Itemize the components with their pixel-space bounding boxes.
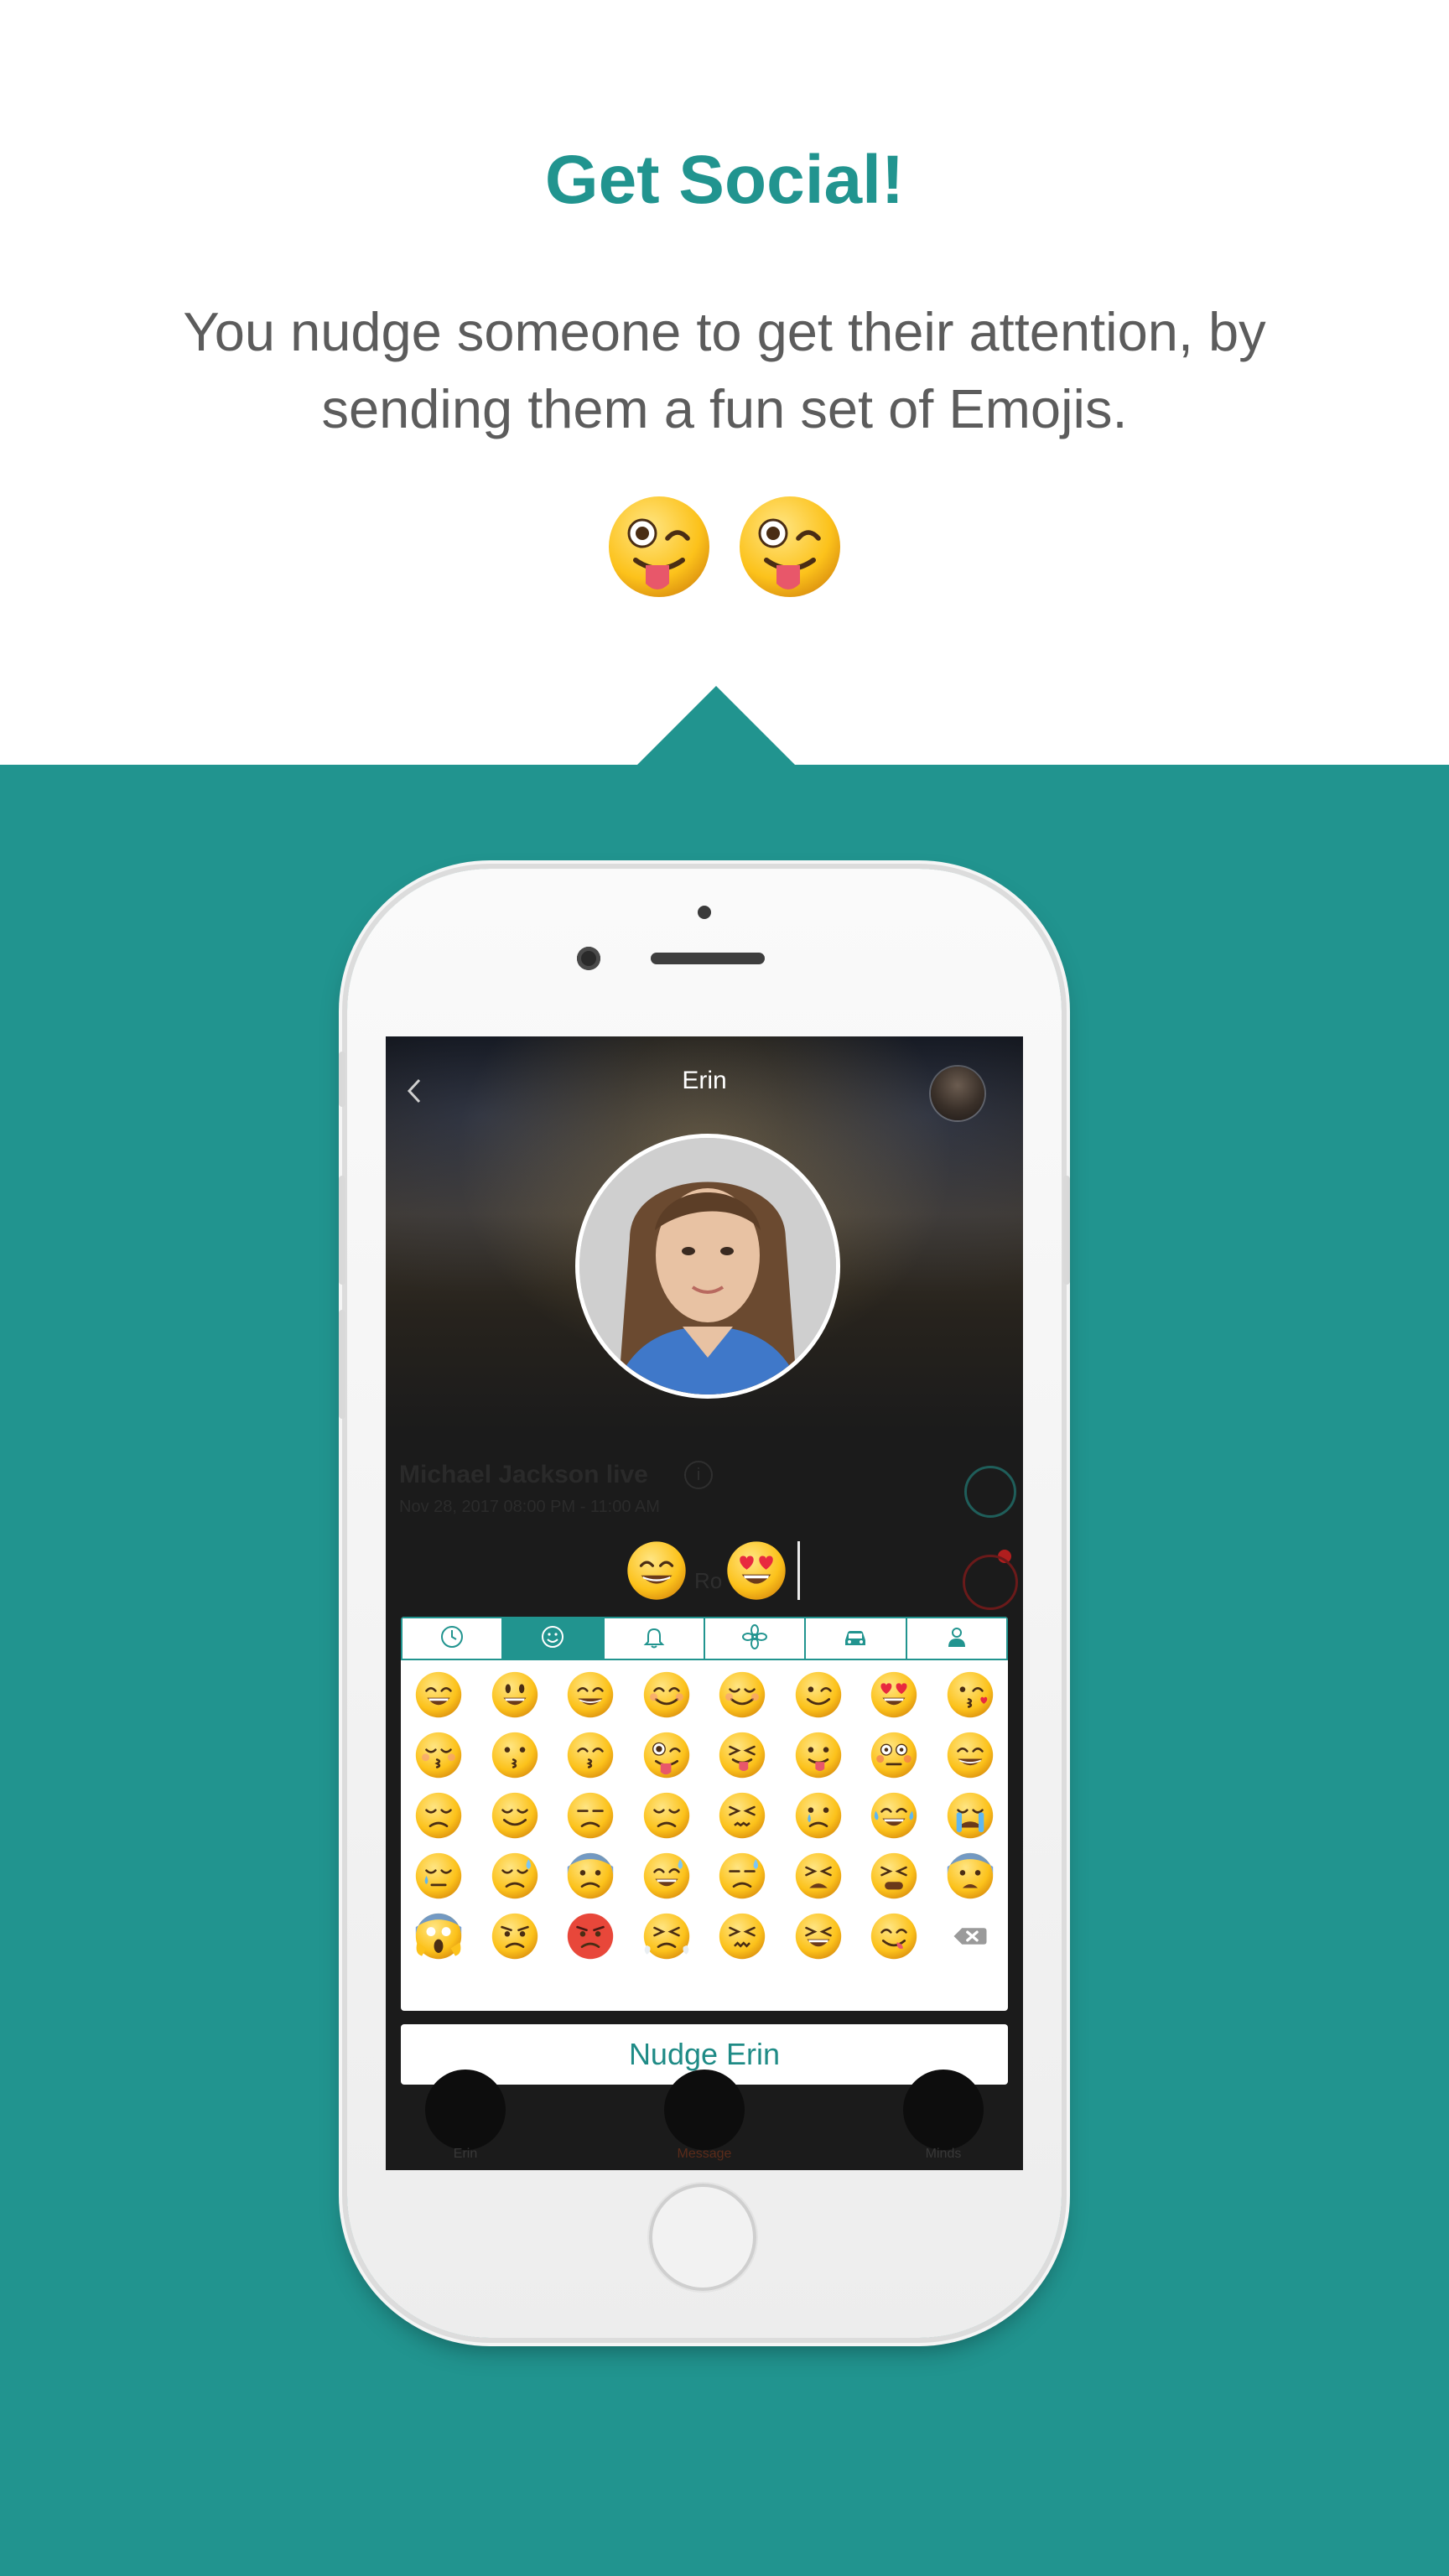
emoji-key-tired[interactable]: [856, 1852, 932, 1900]
emoji-key-laughing[interactable]: [781, 1912, 857, 1961]
car-icon: [841, 1623, 870, 1654]
person-icon: [943, 1623, 970, 1654]
emoji-key-yum[interactable]: [856, 1912, 932, 1961]
emoji-key-stuck-out-tongue-winking[interactable]: [629, 1731, 705, 1779]
emoji-key-pensive[interactable]: [401, 1791, 477, 1840]
emoji-key-joy[interactable]: [856, 1791, 932, 1840]
nav-label: Minds: [925, 2147, 962, 2161]
nav-avatar: [664, 2070, 745, 2150]
clock-icon: [439, 1623, 465, 1654]
contact-name-title: Erin: [682, 1067, 727, 1094]
emoji-key-disappointed[interactable]: [629, 1791, 705, 1840]
emoji-key-sleepy[interactable]: [401, 1852, 477, 1900]
nav-label: Message: [677, 2147, 732, 2161]
emoji-tab-flower[interactable]: [705, 1618, 807, 1659]
emoji-key-squinting-tongue[interactable]: [704, 1731, 781, 1779]
emoji-key-triumph[interactable]: [629, 1912, 705, 1961]
earpiece-speaker: [651, 953, 765, 964]
emoji-key-wink[interactable]: [781, 1670, 857, 1719]
page-subtitle: You nudge someone to get their attention…: [183, 301, 1266, 439]
emoji-key-relaxed[interactable]: [704, 1670, 781, 1719]
bell-icon: [641, 1623, 667, 1654]
nav-label: Erin: [453, 2147, 478, 2161]
emoji-keyboard: [401, 1617, 1008, 2011]
emoji-key-scream[interactable]: [401, 1912, 477, 1961]
emoji-key-kissing-heart[interactable]: [932, 1670, 1009, 1719]
emoji-category-tabs: [401, 1617, 1008, 1660]
emoji-key-grinning[interactable]: [401, 1670, 477, 1719]
emoji-key-sob[interactable]: [932, 1791, 1009, 1840]
emoji-tab-car[interactable]: [806, 1618, 907, 1659]
emoji-key-kissing-smiling-eyes[interactable]: [553, 1731, 629, 1779]
emoji-key-stuck-out-tongue[interactable]: [781, 1731, 857, 1779]
emoji-key-kissing[interactable]: [477, 1731, 553, 1779]
proximity-sensor: [698, 906, 711, 919]
emoji-tab-clock[interactable]: [402, 1618, 504, 1659]
emoji-tab-bell[interactable]: [605, 1618, 705, 1659]
band-notch: [636, 686, 797, 766]
emoji-key-cry[interactable]: [781, 1791, 857, 1840]
emoji-key-persevere[interactable]: [704, 1791, 781, 1840]
page-title: Get Social!: [544, 142, 905, 218]
emoji-key-heart-eyes[interactable]: [856, 1670, 932, 1719]
emoji-tab-smiley[interactable]: [503, 1618, 605, 1659]
text-caret: [797, 1541, 800, 1600]
emoji-key-fearful[interactable]: [932, 1852, 1009, 1900]
emoji-key-angry[interactable]: [477, 1912, 553, 1961]
keyhole-icon[interactable]: [964, 1466, 1016, 1518]
phone-power-button: [1063, 1176, 1070, 1285]
emoji-key-unamused[interactable]: [553, 1791, 629, 1840]
emoji-key-weary[interactable]: [781, 1852, 857, 1900]
emoji-key-confounded[interactable]: [704, 1912, 781, 1961]
emoji-key-disappointed-relieved[interactable]: [477, 1852, 553, 1900]
backspace-icon[interactable]: [932, 1912, 1009, 1961]
nav-avatar: [903, 2070, 984, 2150]
emoji-key-kissing-closed-eyes[interactable]: [401, 1731, 477, 1779]
event-name: Michael Jackson live: [399, 1461, 648, 1488]
smiley-icon: [539, 1623, 566, 1654]
emoji-key-cold-sweat[interactable]: [553, 1852, 629, 1900]
emoji-key-sweat[interactable]: [704, 1852, 781, 1900]
winking-tongue-emoji-icon: [605, 493, 713, 600]
nav-avatar: [425, 2070, 506, 2150]
emoji-key-blush[interactable]: [629, 1670, 705, 1719]
front-camera: [577, 947, 600, 970]
info-icon[interactable]: i: [684, 1461, 713, 1489]
phone-volume-up: [339, 1176, 345, 1285]
nav-item-minds[interactable]: Minds: [897, 2070, 989, 2170]
emoji-key-beaming[interactable]: [932, 1731, 1009, 1779]
hero-emoji-row: [0, 493, 1449, 605]
flower-icon: [741, 1623, 768, 1654]
emoji-grid: [401, 1660, 1008, 1961]
event-date: Nov 28, 2017 08:00 PM - 11:00 AM: [399, 1498, 660, 1516]
nav-item-message[interactable]: Message: [658, 2070, 750, 2170]
emoji-key-flushed[interactable]: [856, 1731, 932, 1779]
app-screen: Erin Michael Jackson live i Nov 28, 2017…: [386, 1036, 1023, 2170]
hero-section: Get Social! You nudge someone to get the…: [0, 0, 1449, 765]
emoji-tab-person[interactable]: [907, 1618, 1006, 1659]
bottom-nav: Erin Message Minds: [386, 2070, 1023, 2170]
emoji-key-grin-teeth[interactable]: [553, 1670, 629, 1719]
profile-photo: [575, 1134, 840, 1399]
phone-mute-switch: [339, 1052, 345, 1107]
phone-volume-down: [339, 1310, 345, 1419]
user-avatar[interactable]: [931, 1067, 984, 1120]
emoji-key-smiley[interactable]: [477, 1670, 553, 1719]
grinning-emoji-icon: [626, 1540, 688, 1602]
home-button[interactable]: [649, 2184, 756, 2291]
winking-tongue-emoji-icon: [736, 493, 844, 600]
heart-eyes-emoji-icon: [725, 1540, 787, 1602]
emoji-key-relieved[interactable]: [477, 1791, 553, 1840]
emoji-key-rage[interactable]: [553, 1912, 629, 1961]
nudge-preview: [386, 1540, 1023, 1607]
emoji-key-sweat-smile[interactable]: [629, 1852, 705, 1900]
nav-item-erin[interactable]: Erin: [419, 2070, 512, 2170]
